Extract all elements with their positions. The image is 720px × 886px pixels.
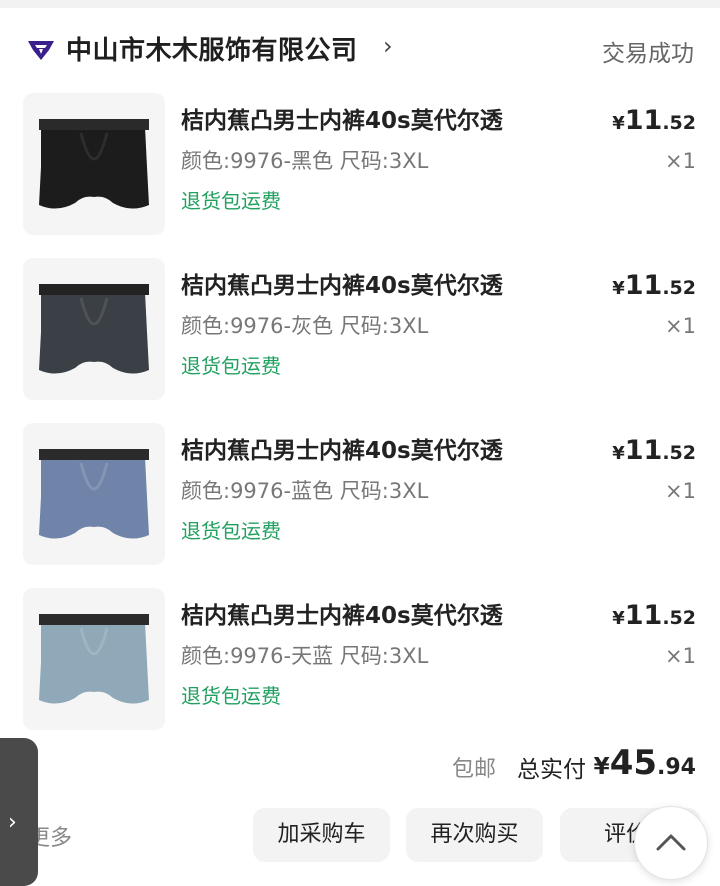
shop-name-link[interactable]: 中山市木木服饰有限公司 xyxy=(66,30,358,67)
product-spec: 颜色:9976-黑色 尺码:3XL xyxy=(181,149,429,173)
side-drawer-tab[interactable]: › xyxy=(0,738,38,886)
product-price: ¥11.52 xyxy=(612,270,696,301)
order-summary: 包邮 总实付 ¥45.94 xyxy=(0,743,720,785)
product-spec: 颜色:9976-灰色 尺码:3XL xyxy=(181,314,429,338)
product-price: ¥11.52 xyxy=(612,600,696,631)
product-price: ¥11.52 xyxy=(612,435,696,466)
total-paid-amount: ¥45.94 xyxy=(593,743,696,783)
product-quantity: ×1 xyxy=(665,149,696,173)
product-title[interactable]: 桔内蕉凸男士内裤40s莫代尔透 xyxy=(181,101,503,135)
product-thumbnail[interactable] xyxy=(23,423,165,565)
product-title[interactable]: 桔内蕉凸男士内裤40s莫代尔透 xyxy=(181,596,503,630)
add-to-cart-button[interactable]: 加采购车 xyxy=(253,808,390,862)
return-shipping-tag: 退货包运费 xyxy=(181,189,281,213)
product-thumbnail[interactable] xyxy=(23,258,165,400)
return-shipping-tag: 退货包运费 xyxy=(181,519,281,543)
product-spec: 颜色:9976-天蓝 尺码:3XL xyxy=(181,644,429,668)
product-image xyxy=(39,284,149,374)
order-item[interactable]: 桔内蕉凸男士内裤40s莫代尔透 颜色:9976-蓝色 尺码:3XL 退货包运费 … xyxy=(0,423,720,571)
product-image xyxy=(39,119,149,209)
chevron-right-icon: › xyxy=(8,810,17,835)
shop-header: 中山市木木服饰有限公司 › 交易成功 xyxy=(0,8,720,90)
chevron-up-icon xyxy=(656,834,686,851)
total-paid-label: 总实付 xyxy=(517,757,586,783)
return-shipping-tag: 退货包运费 xyxy=(181,684,281,708)
product-quantity: ×1 xyxy=(665,314,696,338)
product-thumbnail[interactable] xyxy=(23,93,165,235)
order-status: 交易成功 xyxy=(602,41,694,67)
return-shipping-tag: 退货包运费 xyxy=(181,354,281,378)
product-title[interactable]: 桔内蕉凸男士内裤40s莫代尔透 xyxy=(181,431,503,465)
product-thumbnail[interactable] xyxy=(23,588,165,730)
buy-again-button[interactable]: 再次购买 xyxy=(406,808,543,862)
free-shipping-label: 包邮 xyxy=(452,757,497,782)
top-divider xyxy=(0,0,720,8)
product-quantity: ×1 xyxy=(665,479,696,503)
back-to-top-button[interactable] xyxy=(634,806,708,880)
product-price: ¥11.52 xyxy=(612,105,696,136)
product-image xyxy=(39,449,149,539)
product-image xyxy=(39,614,149,704)
chevron-right-icon[interactable]: › xyxy=(383,32,393,60)
order-item[interactable]: 桔内蕉凸男士内裤40s莫代尔透 颜色:9976-天蓝 尺码:3XL 退货包运费 … xyxy=(0,588,720,736)
product-title[interactable]: 桔内蕉凸男士内裤40s莫代尔透 xyxy=(181,266,503,300)
order-item[interactable]: 桔内蕉凸男士内裤40s莫代尔透 颜色:9976-黑色 尺码:3XL 退货包运费 … xyxy=(0,93,720,241)
shop-brand-icon xyxy=(28,41,54,60)
order-item[interactable]: 桔内蕉凸男士内裤40s莫代尔透 颜色:9976-灰色 尺码:3XL 退货包运费 … xyxy=(0,258,720,406)
product-spec: 颜色:9976-蓝色 尺码:3XL xyxy=(181,479,429,503)
product-quantity: ×1 xyxy=(665,644,696,668)
